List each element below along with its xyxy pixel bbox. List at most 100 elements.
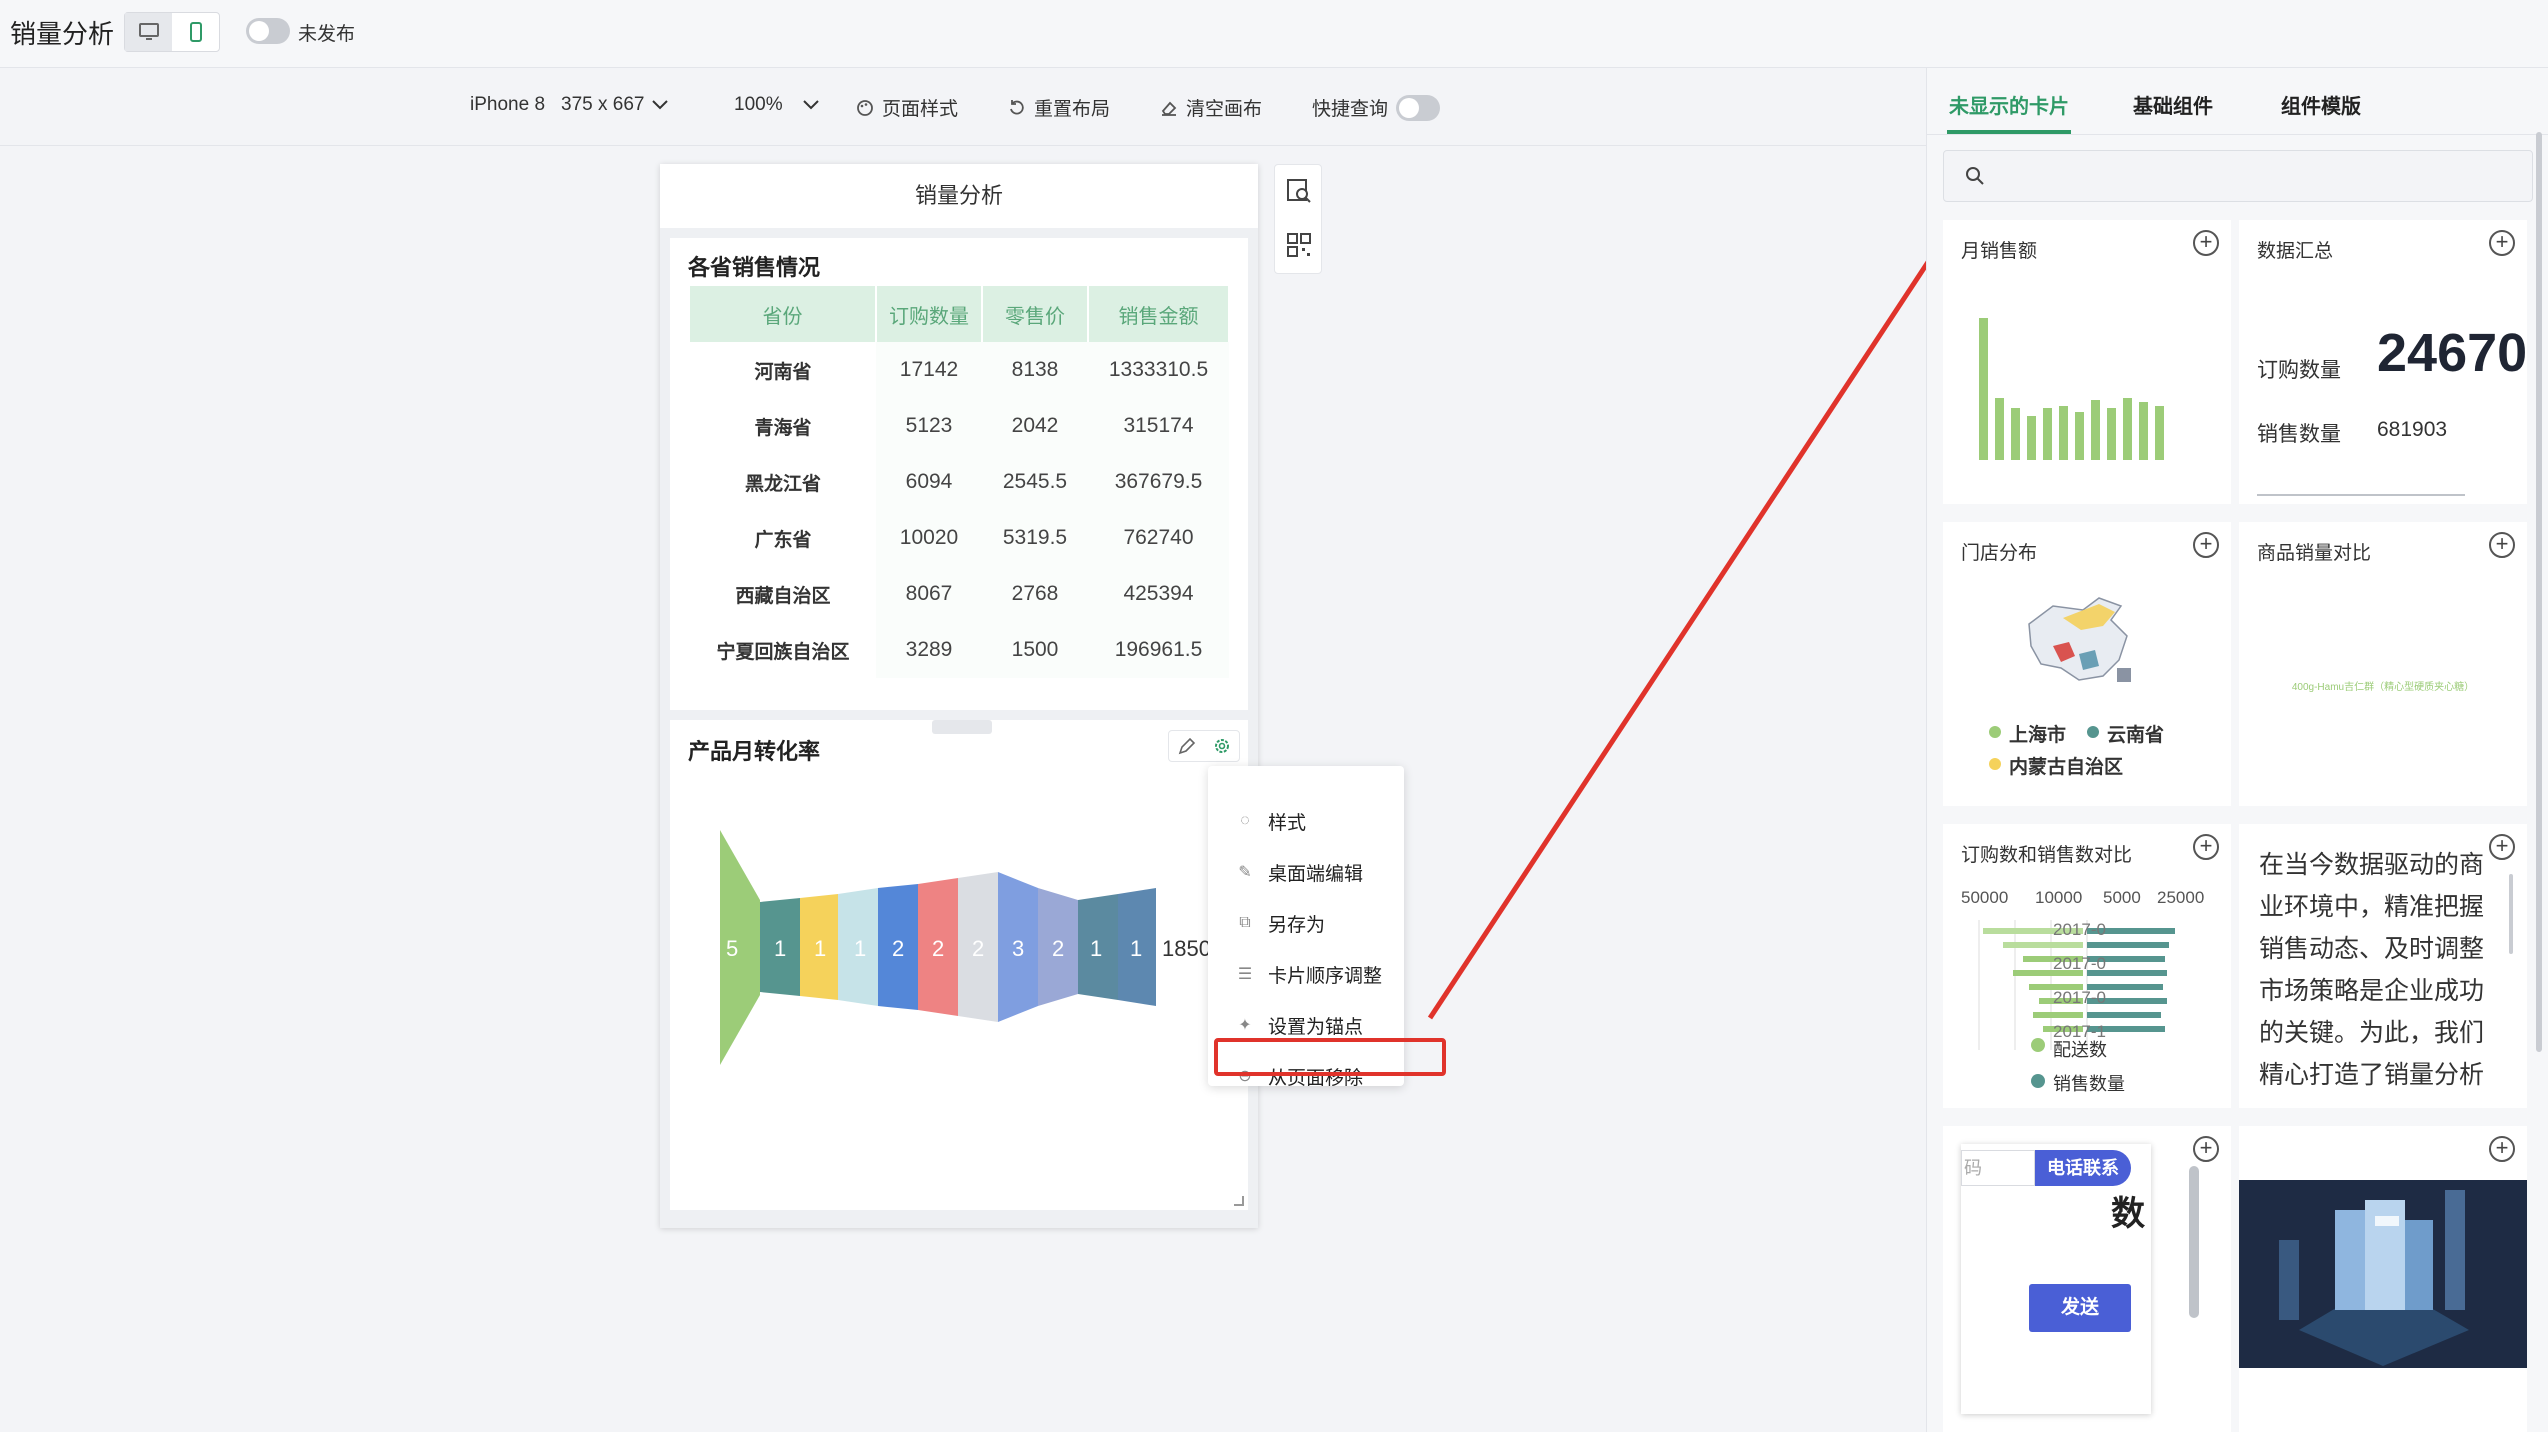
palette-icon: ◌ <box>1240 812 1250 829</box>
pin-icon: ✦ <box>1238 1017 1252 1034</box>
column-header: 销售金额 <box>1088 286 1230 342</box>
publish-toggle[interactable] <box>246 18 290 44</box>
phone-canvas: 销量分析 各省销售情况 省份 订购数量 零售价 销售金额 河南省 17142 8… <box>660 164 1258 1228</box>
quick-query-toggle[interactable] <box>1396 94 1441 121</box>
call-button[interactable]: 电话联系 <box>2035 1150 2131 1186</box>
card-title: 各省销售情况 <box>688 255 821 280</box>
add-card-button[interactable]: + <box>2193 834 2219 860</box>
panel-scrollbar[interactable] <box>2536 132 2542 1052</box>
menu-item-label: 桌面端编辑 <box>1268 863 1364 885</box>
pencil-icon[interactable] <box>1177 736 1197 756</box>
axis-tick: 5000 <box>2103 888 2141 907</box>
resize-handle[interactable] <box>1234 1196 1244 1206</box>
funnel-label: 1 <box>774 936 786 961</box>
tile-title: 月销售额 <box>1961 241 2038 262</box>
row-label: 2017-0 <box>2053 954 2106 973</box>
menu-item-label: 样式 <box>1268 812 1307 834</box>
zoom-level: 100% <box>734 94 783 115</box>
add-card-button[interactable]: + <box>2489 532 2515 558</box>
funnel-label: 1850 <box>1162 936 1211 961</box>
add-card-button[interactable]: + <box>2489 230 2515 256</box>
desktop-view-button[interactable] <box>125 13 172 51</box>
funnel-label: 1 <box>814 936 826 961</box>
search-input[interactable] <box>1943 150 2533 202</box>
component-panel: 未显示的卡片 基础组件 组件模版 月销售额 + 数据汇总 + 订购数量 2467… <box>1926 68 2548 1432</box>
table-cell: 广东省 <box>754 529 812 551</box>
conversion-funnel-card[interactable]: 产品月转化率 5 1 1 1 2 2 2 3 2 1 1 1850 <box>670 720 1248 1210</box>
tile-title: 门店分布 <box>1961 543 2038 564</box>
summary-label: 订购数量 <box>2257 359 2341 382</box>
preview-icon[interactable] <box>1285 177 1313 205</box>
table-cell: 5123 <box>876 398 982 454</box>
zoom-select[interactable]: 100% <box>734 94 819 116</box>
tile-title: 数据汇总 <box>2257 241 2334 262</box>
scrollbar[interactable] <box>2189 1166 2199 1318</box>
send-button[interactable]: 发送 <box>2029 1284 2131 1332</box>
tab-basic-components[interactable]: 基础组件 <box>2133 90 2213 119</box>
clear-canvas-label: 清空画布 <box>1186 99 1263 120</box>
tile-title: 订购数和销售数对比 <box>1961 845 2133 866</box>
device-select[interactable]: iPhone 8 375 x 667 <box>470 94 669 116</box>
reset-layout-button[interactable]: 重置布局 <box>1008 94 1110 121</box>
palette-icon <box>857 99 873 116</box>
device-toggle <box>124 12 220 52</box>
table-cell: 青海省 <box>754 417 812 439</box>
card-tile-contact[interactable]: + 码 电话联系 数 发送 <box>1943 1126 2231 1432</box>
qrcode-icon[interactable] <box>1285 231 1313 259</box>
highlight-box <box>1214 1038 1446 1076</box>
card-tile-order-vs-sales[interactable]: 订购数和销售数对比 + 50000 10000 5000 25000 2017-… <box>1943 824 2231 1108</box>
axis-tick: 25000 <box>2157 888 2205 907</box>
add-card-button[interactable]: + <box>2193 230 2219 256</box>
summary-label: 销售数量 <box>2257 423 2341 446</box>
add-card-button[interactable]: + <box>2193 1136 2219 1162</box>
summary-value: 24670 <box>2377 323 2527 383</box>
card-tile-monthly-sales[interactable]: 月销售额 + <box>1943 220 2231 504</box>
eraser-icon <box>1161 101 1177 116</box>
menu-item-card-order[interactable]: ☰ 卡片顺序调整 <box>1208 949 1404 999</box>
legend-dot <box>1989 758 2001 770</box>
table-cell: 3289 <box>876 622 982 678</box>
phone-icon <box>189 22 202 42</box>
province-sales-card[interactable]: 各省销售情况 省份 订购数量 零售价 销售金额 河南省 17142 8138 1… <box>670 238 1248 710</box>
card-tile-text[interactable]: + 在当今数据驱动的商业环境中，精准把握销售动态、及时调整市场策略是企业成功的关… <box>2239 824 2527 1108</box>
card-tile-data-summary[interactable]: 数据汇总 + 订购数量 24670 销售数量 681903 <box>2239 220 2527 504</box>
gear-icon[interactable] <box>1212 736 1232 756</box>
phone-input[interactable]: 码 <box>1961 1150 2035 1186</box>
add-card-button[interactable]: + <box>2193 532 2219 558</box>
add-card-button[interactable]: + <box>2489 1136 2515 1162</box>
card-tile-image[interactable]: + <box>2239 1126 2527 1432</box>
menu-item-desktop-edit[interactable]: ✎ 桌面端编辑 <box>1208 847 1404 897</box>
legend-dot <box>2031 1038 2045 1052</box>
quick-query: 快捷查询 <box>1312 94 1441 121</box>
clear-canvas-button[interactable]: 清空画布 <box>1160 94 1262 121</box>
card-tile-store-map[interactable]: 门店分布 + 上海市 云南省 内蒙古自治区 <box>1943 522 2231 806</box>
menu-item-style[interactable]: ◌ 样式 <box>1208 796 1404 846</box>
table-cell: 315174 <box>1088 398 1229 454</box>
quick-query-label: 快捷查询 <box>1312 99 1389 120</box>
axis-tick: 10000 <box>2035 888 2083 907</box>
mobile-view-button[interactable] <box>172 13 219 51</box>
drag-handle[interactable] <box>932 720 992 734</box>
funnel-chart: 5 1 1 1 2 2 2 3 2 1 1 1850 <box>720 830 1211 1065</box>
scrollbar[interactable] <box>2509 874 2513 954</box>
card-tools <box>1168 730 1240 762</box>
chevron-down-icon <box>652 100 669 110</box>
page-style-button[interactable]: 页面样式 <box>856 94 958 121</box>
table-cell: 1500 <box>982 622 1088 678</box>
partial-text: 数 <box>2111 1195 2145 1233</box>
funnel-label: 1 <box>854 936 866 961</box>
tab-component-templates[interactable]: 组件模版 <box>2281 90 2361 119</box>
funnel-label: 2 <box>1052 936 1064 961</box>
menu-item-save-as[interactable]: ⧉ 另存为 <box>1208 898 1404 948</box>
legend-label: 销售数量 <box>2053 1074 2125 1094</box>
table-cell: 2768 <box>982 566 1088 622</box>
device-resolution: 375 x 667 <box>561 94 645 115</box>
table-cell: 8067 <box>876 566 982 622</box>
card-tile-product-compare[interactable]: 商品销量对比 + 400g-Hamu吉仁群（精心型硬质夹心糖） <box>2239 522 2527 806</box>
table-cell: 367679.5 <box>1088 454 1229 510</box>
tab-hidden-cards[interactable]: 未显示的卡片 <box>1949 90 2069 119</box>
table-cell: 8138 <box>982 342 1088 398</box>
table-cell: 762740 <box>1088 510 1229 566</box>
legend-label: 上海市 <box>2009 725 2067 746</box>
canvas-toolbar: iPhone 8 375 x 667 100% 页面样式 重置布局 清空画布 快… <box>0 68 1926 146</box>
